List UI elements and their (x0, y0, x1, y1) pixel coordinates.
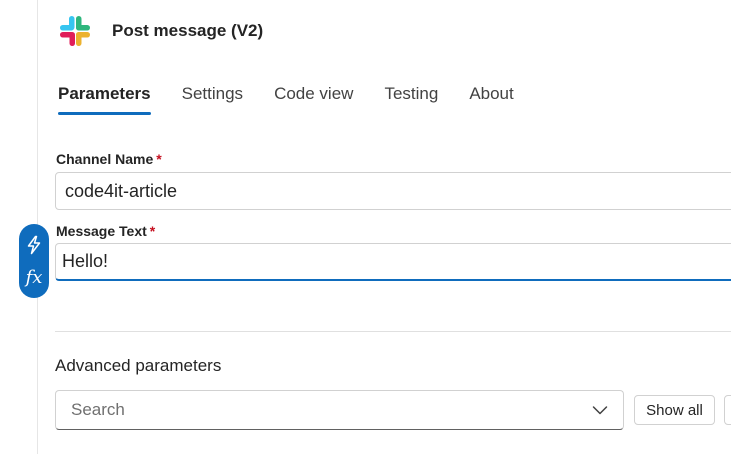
required-asterisk: * (149, 223, 156, 239)
fx-icon: fx (25, 266, 43, 288)
advanced-parameters-search[interactable]: Search (55, 390, 624, 430)
chevron-down-icon[interactable] (591, 401, 609, 419)
lightning-icon (27, 235, 41, 254)
expression-toggle[interactable]: fx (19, 224, 49, 298)
channel-name-input[interactable] (55, 172, 731, 210)
dynamic-content-button[interactable] (21, 230, 47, 260)
page: Post message (V2) Parameters Settings Co… (0, 0, 731, 454)
message-text-input[interactable] (55, 243, 731, 281)
tab-parameters[interactable]: Parameters (58, 84, 151, 115)
search-placeholder: Search (71, 400, 125, 419)
section-divider (55, 331, 731, 332)
tab-testing[interactable]: Testing (384, 84, 438, 112)
tab-code-view[interactable]: Code view (274, 84, 353, 112)
tab-bar: Parameters Settings Code view Testing Ab… (58, 84, 545, 115)
advanced-parameters-label: Advanced parameters (55, 356, 222, 375)
panel-header: Post message (V2) (57, 12, 263, 50)
message-text-label: Message Text * (56, 223, 155, 239)
channel-name-label: Channel Name * (56, 151, 162, 167)
message-text-label-text: Message Text (56, 223, 147, 239)
required-asterisk: * (156, 151, 162, 167)
channel-name-label-text: Channel Name (56, 151, 154, 167)
clear-all-button[interactable] (724, 395, 731, 425)
tab-settings[interactable]: Settings (182, 84, 243, 112)
slack-logo-icon (60, 16, 90, 46)
tab-about[interactable]: About (469, 84, 513, 112)
expression-editor-button[interactable]: fx (21, 263, 47, 293)
action-title: Post message (V2) (112, 21, 264, 40)
show-all-button[interactable]: Show all (634, 395, 715, 425)
